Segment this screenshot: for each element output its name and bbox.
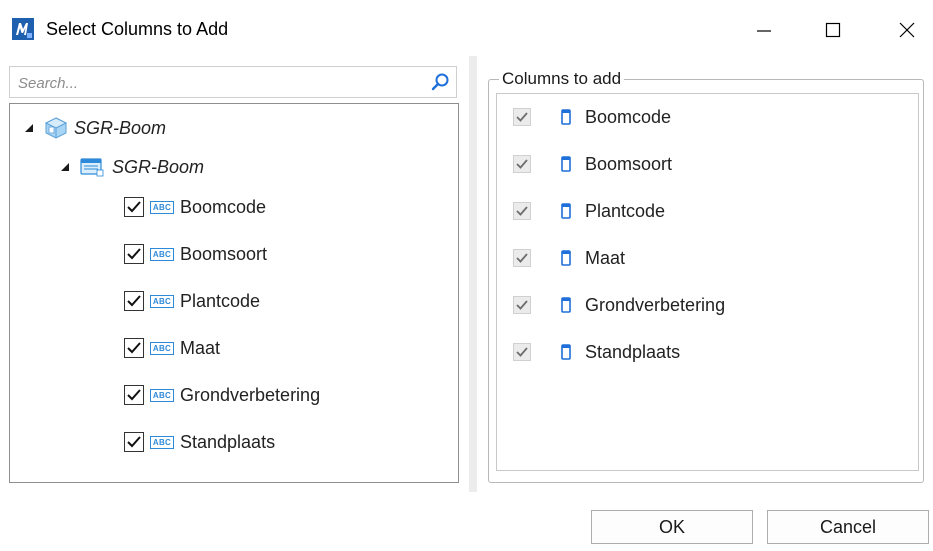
tree-field-row[interactable]: ABC Grondverbetering [124, 381, 320, 409]
column-checkbox[interactable] [513, 296, 531, 314]
microstation-icon [12, 18, 34, 40]
checkmark-icon [127, 436, 141, 448]
checkmark-icon [127, 295, 141, 307]
text-type-icon: ABC [150, 247, 174, 261]
column-icon [561, 156, 571, 172]
column-checkbox[interactable] [513, 108, 531, 126]
column-icon [561, 344, 571, 360]
text-type-icon: ABC [150, 388, 174, 402]
column-item[interactable]: Maat [513, 245, 625, 271]
cancel-button[interactable]: Cancel [767, 510, 929, 544]
tree-field-row[interactable]: ABC Maat [124, 334, 220, 362]
tree-node-label: SGR-Boom [112, 156, 205, 177]
tree-field-row[interactable]: ABC Boomsoort [124, 240, 267, 268]
search-box [9, 66, 457, 98]
field-label: Boomcode [180, 196, 267, 217]
column-label: Boomsoort [585, 153, 673, 174]
column-label: Grondverbetering [585, 294, 726, 315]
column-icon [561, 250, 571, 266]
column-checkbox[interactable] [513, 249, 531, 267]
database-icon [44, 117, 68, 139]
tree-field-row[interactable]: ABC Boomcode [124, 193, 266, 221]
group-legend: Columns to add [499, 69, 625, 89]
column-checkbox[interactable] [513, 155, 531, 173]
columns-to-add-list: Boomcode Boomsoort Plantcode Maat Grondv… [496, 93, 919, 471]
checkmark-icon [127, 342, 141, 354]
checkmark-icon [127, 389, 141, 401]
tree-field-row[interactable]: ABC Plantcode [124, 287, 260, 315]
checkmark-icon [127, 201, 141, 213]
checkmark-icon [516, 112, 528, 122]
tree-node-root[interactable]: SGR-Boom [24, 114, 166, 142]
text-type-icon: ABC [150, 435, 174, 449]
column-item[interactable]: Boomsoort [513, 151, 672, 177]
column-checkbox[interactable] [513, 343, 531, 361]
window-title: Select Columns to Add [46, 19, 229, 39]
column-icon [561, 297, 571, 313]
field-label: Grondverbetering [180, 384, 321, 405]
field-checkbox[interactable] [124, 244, 144, 264]
column-label: Maat [585, 247, 626, 268]
checkmark-icon [516, 159, 528, 169]
column-item[interactable]: Boomcode [513, 104, 671, 130]
checkmark-icon [516, 253, 528, 263]
column-label: Standplaats [585, 341, 681, 362]
checkmark-icon [516, 206, 528, 216]
column-label: Plantcode [585, 200, 666, 221]
field-label: Boomsoort [180, 243, 268, 264]
checkmark-icon [516, 347, 528, 357]
ok-button[interactable]: OK [591, 510, 753, 544]
text-type-icon: ABC [150, 294, 174, 308]
field-label: Plantcode [180, 290, 261, 311]
tree-node-table[interactable]: SGR-Boom [60, 153, 204, 181]
maximize-button[interactable] [813, 13, 853, 47]
minimize-icon [757, 30, 771, 32]
field-checkbox[interactable] [124, 432, 144, 452]
search-icon[interactable] [430, 72, 450, 92]
tree-node-label: SGR-Boom [74, 117, 167, 138]
collapse-arrow-icon[interactable] [60, 162, 70, 172]
column-item[interactable]: Plantcode [513, 198, 665, 224]
panel-splitter[interactable] [469, 56, 477, 492]
column-checkbox[interactable] [513, 202, 531, 220]
search-input[interactable] [16, 71, 420, 95]
maximize-icon [825, 22, 841, 38]
column-item[interactable]: Standplaats [513, 339, 680, 365]
column-icon [561, 109, 571, 125]
column-item[interactable]: Grondverbetering [513, 292, 725, 318]
minimize-button[interactable] [744, 13, 784, 47]
text-type-icon: ABC [150, 200, 174, 214]
table-icon [80, 158, 104, 177]
checkmark-icon [127, 248, 141, 260]
title-bar: Select Columns to Add [0, 0, 933, 60]
field-checkbox[interactable] [124, 197, 144, 217]
field-label: Standplaats [180, 431, 276, 452]
collapse-arrow-icon[interactable] [24, 123, 34, 133]
field-checkbox[interactable] [124, 385, 144, 405]
field-checkbox[interactable] [124, 291, 144, 311]
field-label: Maat [180, 337, 221, 358]
close-button[interactable] [887, 13, 927, 47]
checkmark-icon [516, 300, 528, 310]
text-type-icon: ABC [150, 341, 174, 355]
field-checkbox[interactable] [124, 338, 144, 358]
close-icon [899, 22, 915, 38]
schema-tree: SGR-Boom SGR-Boom ABC Boomcode ABC Booms… [9, 103, 459, 483]
tree-field-row[interactable]: ABC Standplaats [124, 428, 275, 456]
column-label: Boomcode [585, 106, 672, 127]
column-icon [561, 203, 571, 219]
